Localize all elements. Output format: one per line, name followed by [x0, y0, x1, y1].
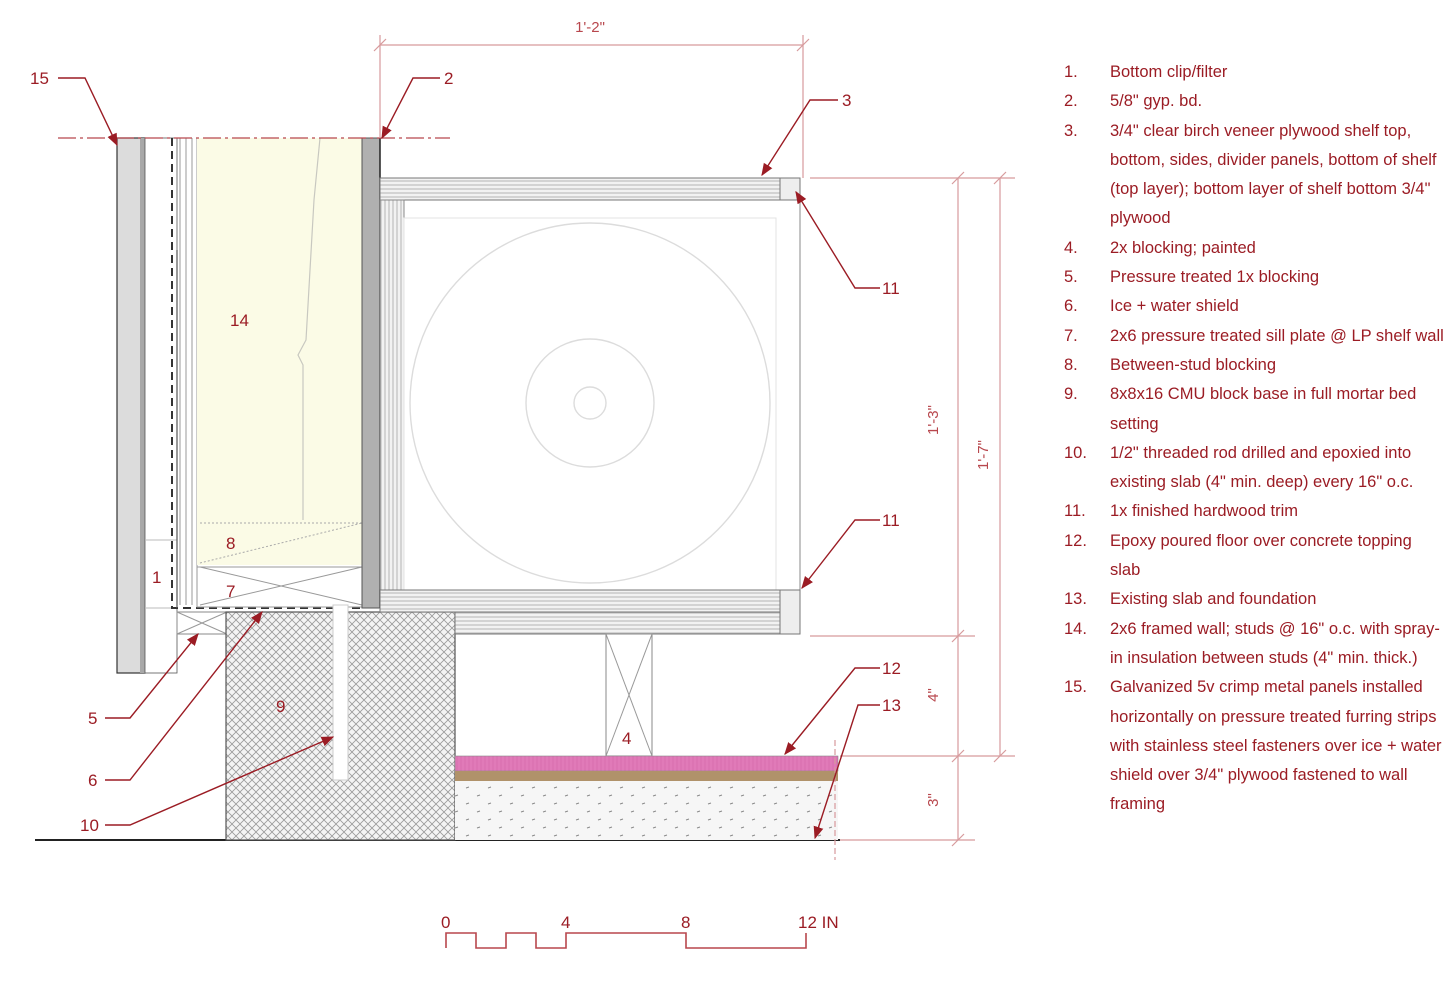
legend-item: 2. 5/8" gyp. bd. — [1064, 87, 1444, 116]
legend-item: 5. Pressure treated 1x blocking — [1064, 263, 1444, 292]
existing-slab — [455, 781, 838, 840]
callout-6: 6 — [88, 771, 97, 790]
callout-7: 7 — [226, 582, 235, 601]
dim-slab: 3" — [925, 793, 942, 807]
threaded-rod — [332, 604, 349, 781]
legend-item: 1. Bottom clip/filter — [1064, 58, 1444, 87]
legend-item: 6. Ice + water shield — [1064, 292, 1444, 321]
callout-8: 8 — [226, 534, 235, 553]
legend-item-number: 12. — [1064, 531, 1087, 550]
epoxy-floor — [454, 755, 839, 772]
dim-shelf-width: 1'-2" — [575, 19, 605, 36]
legend-item: 9. 8x8x16 CMU block base in full mortar b… — [1064, 380, 1444, 439]
scale-tick-8: 8 — [681, 913, 690, 932]
legend-item-text: 1/2" threaded rod drilled and epoxied in… — [1110, 443, 1414, 492]
legend-item: 4. 2x blocking; painted — [1064, 234, 1444, 263]
callout-10: 10 — [80, 816, 99, 835]
gypsum-board — [361, 137, 381, 609]
legend-item-number: 2. — [1064, 92, 1078, 111]
legend-item-number: 10. — [1064, 443, 1087, 462]
legend-item-text: 5/8" gyp. bd. — [1110, 92, 1203, 111]
legend-item: 13. Existing slab and foundation — [1064, 585, 1444, 614]
sheathing — [179, 138, 198, 605]
legend-item-number: 1. — [1064, 63, 1078, 81]
legend-item-text: 1x finished hardwood trim — [1110, 502, 1299, 521]
legend: 1. Bottom clip/filter 2. 5/8" gyp. bd. 3. 3/4… — [1064, 58, 1444, 820]
legend-item-number: 15. — [1064, 678, 1087, 697]
legend-item-text: 2x6 framed wall; studs @ 16" o.c. with s… — [1110, 619, 1440, 667]
callout-13: 13 — [882, 696, 901, 715]
legend-item-number: 13. — [1064, 590, 1087, 609]
legend-item: 7. 2x6 pressure treated sill plate @ LP s… — [1064, 322, 1444, 351]
legend-item-text: Epoxy poured floor over concrete topping… — [1110, 531, 1412, 580]
legend-item-number: 3. — [1064, 121, 1078, 140]
legend-item-text: 2x6 pressure treated sill plate @ LP she… — [1110, 326, 1444, 345]
legend-item-text: Bottom clip/filter — [1110, 63, 1228, 81]
section-drawing: 1'-2" 1'-3" 1'-7" 4" 3" 15 2 3 11 11 12 … — [30, 19, 1015, 949]
legend-item-text: Ice + water shield — [1110, 297, 1239, 316]
callout-11-bottom: 11 — [882, 511, 900, 530]
dim-overall-height: 1'-7" — [975, 440, 992, 470]
legend-item-number: 6. — [1064, 297, 1078, 316]
legend-item-text: Galvanized 5v crimp metal panels install… — [1110, 678, 1442, 814]
legend-item-text: Pressure treated 1x blocking — [1110, 268, 1320, 287]
legend-item-text: 2x blocking; painted — [1110, 238, 1256, 257]
dim-shelf-height: 1'-3" — [925, 405, 942, 435]
callout-4: 4 — [622, 729, 631, 748]
legend-item: 14. 2x6 framed wall; studs @ 16" o.c. wit… — [1064, 615, 1444, 674]
callout-15: 15 — [30, 69, 49, 88]
dim-base-gap: 4" — [925, 688, 942, 702]
legend-item: 11. 1x finished hardwood trim — [1064, 497, 1444, 526]
legend-item-text: Between-stud blocking — [1110, 355, 1277, 374]
callout-11-top: 11 — [882, 279, 900, 298]
callout-12: 12 — [882, 659, 901, 678]
legend-item-text: 3/4" clear birch veneer plywood shelf to… — [1110, 121, 1437, 228]
callout-14: 14 — [230, 311, 249, 330]
insulation-cavity — [197, 138, 362, 523]
scale-tick-12: 12 IN — [798, 913, 839, 932]
callout-3: 3 — [842, 91, 851, 110]
sill-plate — [196, 566, 363, 608]
legend-item-number: 4. — [1064, 238, 1078, 257]
callout-9: 9 — [276, 697, 285, 716]
legend-item-number: 11. — [1064, 502, 1086, 521]
legend-item: 12. Epoxy poured floor over concrete topp… — [1064, 527, 1444, 586]
topping-slab — [455, 771, 838, 781]
callout-1: 1 — [152, 568, 161, 587]
metal-panel-wall — [116, 137, 178, 674]
legend-item: 15. Galvanized 5v crimp metal panels inst… — [1064, 673, 1444, 819]
legend-item-text: Existing slab and foundation — [1110, 590, 1317, 609]
legend-item-number: 14. — [1064, 619, 1087, 638]
callout-5: 5 — [88, 709, 97, 728]
legend-item: 8. Between-stud blocking — [1064, 351, 1444, 380]
pt-blocking — [176, 611, 228, 635]
legend-item-number: 7. — [1064, 326, 1078, 345]
shelf-unit — [379, 177, 801, 635]
scale-tick-0: 0 — [441, 913, 450, 932]
legend-item: 3. 3/4" clear birch veneer plywood shelf … — [1064, 117, 1444, 234]
scale-tick-4: 4 — [561, 913, 570, 932]
legend-item-number: 9. — [1064, 385, 1078, 404]
callout-2: 2 — [444, 69, 453, 88]
legend-item-number: 8. — [1064, 355, 1078, 374]
legend-item-text: 8x8x16 CMU block base in full mortar bed… — [1110, 385, 1417, 433]
scale-bar: 0 4 8 12 IN — [441, 913, 839, 949]
legend-item: 10. 1/2" threaded rod drilled and epoxied… — [1064, 439, 1444, 498]
legend-item-number: 5. — [1064, 268, 1078, 287]
